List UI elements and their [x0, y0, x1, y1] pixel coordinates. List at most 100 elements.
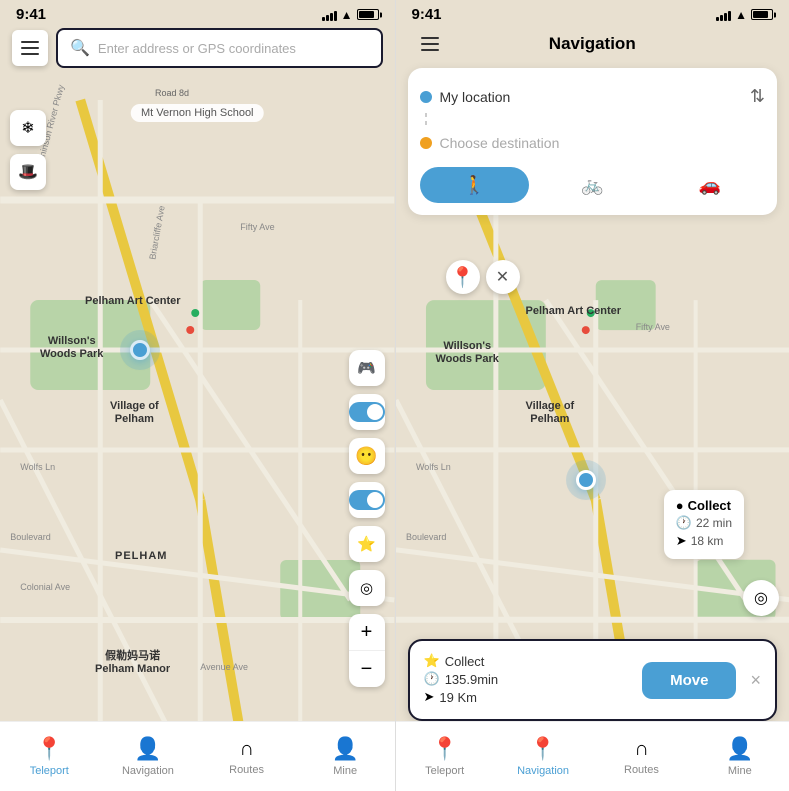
snowflake-button[interactable]: ❄	[10, 110, 46, 146]
zoom-out-button[interactable]: −	[349, 651, 385, 687]
map-label-pelham-art-r: Pelham Art Center	[526, 305, 622, 318]
bottom-collect-label: Collect	[445, 654, 485, 669]
map-pin-container: 📍 ✕	[446, 260, 520, 294]
location-chip: Mt Vernon High School	[131, 104, 264, 122]
signal-icon-right	[716, 9, 731, 21]
walk-button[interactable]: 🚶	[420, 167, 530, 203]
route-line	[425, 113, 427, 129]
teleport-icon: 📍	[36, 736, 63, 762]
svg-text:Colonial Ave: Colonial Ave	[20, 582, 70, 592]
star-icon: ⭐	[424, 653, 440, 669]
battery-icon-right	[751, 9, 773, 20]
right-side-buttons: 🎮 😶 ⭐ ◎ + −	[349, 350, 385, 687]
zoom-in-button[interactable]: +	[349, 614, 385, 650]
nav-mine[interactable]: 👤 Mine	[296, 722, 395, 791]
gamepad-button[interactable]: 🎮	[349, 350, 385, 386]
nav-teleport-right[interactable]: 📍 Teleport	[396, 722, 494, 791]
my-location-text: My location	[440, 89, 742, 105]
map-label-pelham-manor: 假勒妈马诺Pelham Manor	[95, 650, 170, 676]
svg-text:Fifty Ave: Fifty Ave	[635, 322, 669, 332]
nav-routes-label-right: Routes	[624, 764, 659, 776]
user-location-dot	[130, 340, 154, 364]
collect-distance: 18 km	[691, 534, 724, 548]
svg-text:Wolfs Ln: Wolfs Ln	[415, 462, 450, 472]
close-button[interactable]: ×	[750, 670, 761, 691]
destination-input[interactable]: Choose destination	[440, 135, 560, 151]
navigation-icon: 👤	[134, 736, 161, 762]
nav-routes[interactable]: ∩ Routes	[197, 722, 296, 791]
car-button[interactable]: 🚗	[655, 167, 765, 203]
toggle2-button[interactable]	[349, 490, 385, 510]
nav-mine-right[interactable]: 👤 Mine	[691, 722, 789, 791]
nav-arrow-icon: ➤	[424, 689, 435, 705]
mine-icon: 👤	[331, 736, 358, 762]
menu-button[interactable]	[12, 30, 48, 66]
toggle2-group	[349, 482, 385, 518]
status-time-right: 9:41	[412, 6, 442, 23]
nav-teleport-label: Teleport	[30, 765, 69, 777]
navigation-icon-right: 📍	[529, 736, 556, 762]
destination-dot	[420, 137, 432, 149]
status-bar-right: 9:41 ▲	[396, 0, 789, 25]
nav-title: Navigation	[549, 34, 636, 54]
wifi-icon-right: ▲	[735, 8, 747, 22]
face-button[interactable]: 😶	[349, 438, 385, 474]
swap-button[interactable]: ⇅	[750, 86, 765, 107]
my-location-row: My location ⇅	[420, 80, 766, 113]
svg-text:Fifty Ave: Fifty Ave	[240, 222, 274, 232]
status-icons: ▲	[322, 8, 379, 22]
collect-time-icon: 🕐	[676, 515, 692, 531]
search-input-box[interactable]: 🔍 Enter address or GPS coordinates	[56, 28, 383, 68]
toggle1-button[interactable]	[349, 402, 385, 422]
svg-text:Boulevard: Boulevard	[405, 532, 445, 542]
bike-icon: 🚲	[581, 175, 603, 196]
target-button-right[interactable]: ◎	[743, 580, 779, 616]
nav-teleport-label-right: Teleport	[425, 765, 464, 777]
nav-mine-label-right: Mine	[728, 765, 752, 777]
teleport-icon-right: 📍	[431, 736, 458, 762]
my-location-dot	[420, 91, 432, 103]
collect-title-icon: ●	[676, 498, 684, 513]
search-input[interactable]: Enter address or GPS coordinates	[98, 41, 296, 56]
nav-teleport[interactable]: 📍 Teleport	[0, 722, 99, 791]
toggle1-group	[349, 394, 385, 430]
battery-icon	[357, 9, 379, 20]
nav-menu-button[interactable]	[412, 26, 448, 62]
nav-routes-right[interactable]: ∩ Routes	[592, 722, 690, 791]
collect-time: 22 min	[696, 516, 732, 530]
search-icon: 🔍	[70, 38, 90, 58]
nav-navigation-right[interactable]: 📍 Navigation	[494, 722, 592, 791]
svg-text:Avenue Ave: Avenue Ave	[200, 662, 248, 672]
target-group: ◎	[349, 570, 385, 606]
nav-navigation[interactable]: 👤 Navigation	[99, 722, 198, 791]
signal-icon	[322, 9, 337, 21]
user-location-dot-right	[566, 460, 606, 500]
gamepad-group: 🎮	[349, 350, 385, 386]
target-button[interactable]: ◎	[349, 570, 385, 606]
time-icon: 🕐	[424, 671, 440, 687]
move-button[interactable]: Move	[642, 662, 736, 699]
svg-text:Wolfs Ln: Wolfs Ln	[20, 462, 55, 472]
zoom-group: + −	[349, 614, 385, 687]
search-bar-container: 🔍 Enter address or GPS coordinates Mt Ve…	[12, 28, 383, 68]
nav-mine-label: Mine	[333, 765, 357, 777]
car-icon: 🚗	[699, 175, 721, 196]
left-side-buttons: ❄ 🎩	[10, 110, 46, 190]
map-label-road1: Road 8d	[155, 88, 189, 99]
time-value: 135.9min	[445, 672, 498, 687]
map-label-village-pelham: Village ofPelham	[110, 400, 159, 426]
right-screen: Fifty Ave Wolfs Ln Boulevard Avenue Ave …	[395, 0, 789, 791]
bike-button[interactable]: 🚲	[537, 167, 647, 203]
distance-value: 19 Km	[439, 690, 477, 705]
map-label-pelham-art: Pelham Art Center	[85, 295, 181, 308]
star-button[interactable]: ⭐	[349, 526, 385, 562]
routes-icon: ∩	[239, 738, 253, 761]
bottom-info-left: ⭐ Collect 🕐 135.9min ➤ 19 Km	[424, 653, 633, 707]
map-pin-button[interactable]: 📍	[446, 260, 480, 294]
collect-title: Collect	[688, 498, 731, 513]
bottom-nav: 📍 Teleport 👤 Navigation ∩ Routes 👤 Mine	[0, 721, 395, 791]
face-group: 😶	[349, 438, 385, 474]
hat-button[interactable]: 🎩	[10, 154, 46, 190]
map-pin-close-button[interactable]: ✕	[486, 260, 520, 294]
nav-routes-label: Routes	[229, 764, 264, 776]
